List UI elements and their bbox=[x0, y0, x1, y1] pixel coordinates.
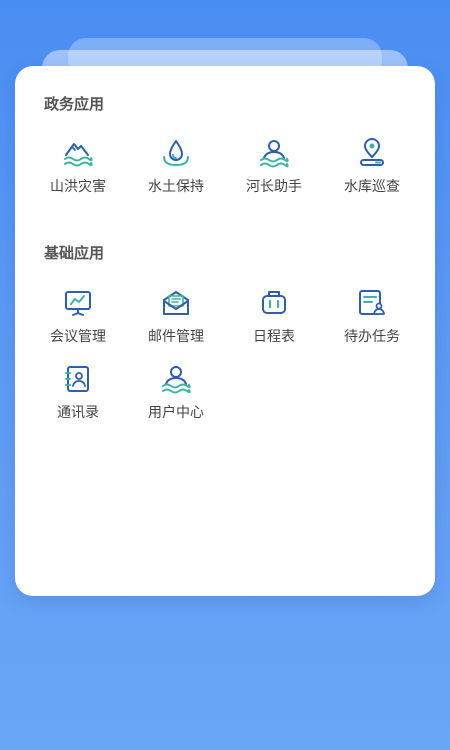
mail-icon bbox=[159, 286, 193, 320]
app-soil-water[interactable]: 水土保持 bbox=[128, 136, 224, 196]
app-label: 山洪灾害 bbox=[50, 179, 106, 195]
user-center-icon bbox=[159, 362, 193, 396]
water-drop-icon bbox=[159, 136, 193, 170]
government-apps-grid: 山洪灾害 水土保持 河长助手 水库巡查 bbox=[30, 136, 420, 196]
app-mail-management[interactable]: 邮件管理 bbox=[128, 286, 224, 346]
section-title-basic: 基础应用 bbox=[44, 244, 105, 262]
app-label: 日程表 bbox=[253, 329, 295, 345]
task-list-icon bbox=[355, 286, 389, 320]
app-label: 通讯录 bbox=[57, 405, 99, 421]
app-todo-tasks[interactable]: 待办任务 bbox=[324, 286, 420, 346]
mountain-flood-icon bbox=[61, 136, 95, 170]
river-chief-icon bbox=[257, 136, 291, 170]
app-meeting-management[interactable]: 会议管理 bbox=[30, 286, 126, 346]
app-schedule[interactable]: 日程表 bbox=[226, 286, 322, 346]
section-title-government: 政务应用 bbox=[44, 95, 105, 113]
app-river-chief[interactable]: 河长助手 bbox=[226, 136, 322, 196]
app-label: 待办任务 bbox=[344, 329, 400, 345]
contacts-icon bbox=[61, 362, 95, 396]
basic-apps-grid: 会议管理 邮件管理 日程表 待办任务 通讯录 用户中心 bbox=[30, 286, 420, 422]
schedule-icon bbox=[257, 286, 291, 320]
app-label: 水库巡查 bbox=[344, 179, 400, 195]
app-mountain-flood[interactable]: 山洪灾害 bbox=[30, 136, 126, 196]
app-menu-card: 政务应用 山洪灾害 水土保持 河长助手 水库巡查 基础应用 会议管理 邮件管理 … bbox=[15, 66, 435, 596]
app-label: 河长助手 bbox=[246, 179, 302, 195]
presentation-board-icon bbox=[61, 286, 95, 320]
app-reservoir-patrol[interactable]: 水库巡查 bbox=[324, 136, 420, 196]
app-label: 邮件管理 bbox=[148, 329, 204, 345]
location-pin-icon bbox=[355, 136, 389, 170]
app-contacts[interactable]: 通讯录 bbox=[30, 362, 126, 422]
app-label: 水土保持 bbox=[148, 179, 204, 195]
app-label: 会议管理 bbox=[50, 329, 106, 345]
app-user-center[interactable]: 用户中心 bbox=[128, 362, 224, 422]
app-label: 用户中心 bbox=[148, 405, 204, 421]
